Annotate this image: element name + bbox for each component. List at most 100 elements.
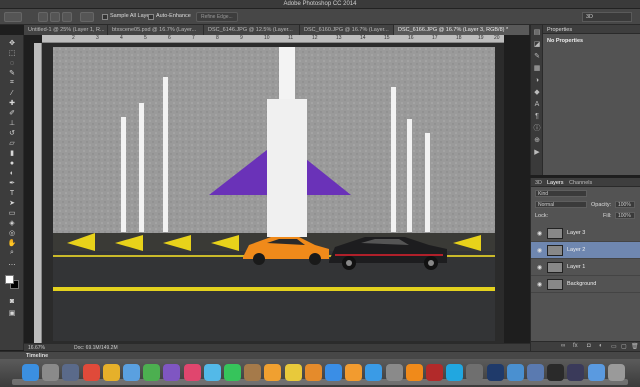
quick-selection-tool-preset[interactable]	[4, 12, 22, 22]
path-selection-icon[interactable]: ➤	[7, 199, 17, 207]
workspace-select[interactable]: 3D	[582, 12, 632, 22]
calendar-icon[interactable]	[82, 364, 100, 381]
layer-style-icon[interactable]: fx	[573, 343, 578, 349]
tab-dsc-6166[interactable]: DSC_6166.JPG @ 16.7% (Layer 3, RGB/8) *	[394, 25, 530, 35]
app-store-icon[interactable]	[325, 364, 342, 381]
itunes-icon[interactable]	[183, 364, 201, 381]
move-tool-icon[interactable]: ✥	[7, 39, 17, 47]
rocket-icon[interactable]	[62, 364, 80, 381]
opacity-input[interactable]: 100%	[615, 201, 635, 208]
photoshop-icon[interactable]	[486, 364, 504, 381]
brush-size-picker[interactable]	[80, 12, 94, 22]
terminal-icon[interactable]	[547, 364, 565, 381]
mail-icon[interactable]	[123, 364, 140, 381]
fill-input[interactable]: 100%	[615, 212, 635, 219]
character-icon[interactable]: A	[533, 101, 541, 109]
folder-icon[interactable]	[587, 364, 605, 381]
tab-channels[interactable]: Channels	[569, 180, 592, 186]
properties-icon[interactable]: ◪	[533, 41, 541, 49]
maps-icon[interactable]	[143, 364, 161, 381]
lasso-tool-icon[interactable]: ◌	[7, 59, 17, 67]
eraser-tool-icon[interactable]: ▱	[7, 139, 17, 147]
blend-mode-select[interactable]: Normal	[535, 201, 587, 208]
visibility-eye-icon[interactable]: ◉	[537, 281, 542, 288]
paragraph-icon[interactable]: ¶	[533, 113, 541, 121]
adjustment-layer-icon[interactable]: ◐	[599, 343, 603, 349]
delete-layer-icon[interactable]: 🗑	[631, 343, 639, 350]
layer-filter-kind[interactable]: Kind	[535, 190, 587, 197]
visibility-eye-icon[interactable]: ◉	[537, 264, 542, 271]
trash-icon[interactable]	[607, 364, 625, 381]
new-group-icon[interactable]: ▭	[611, 343, 617, 350]
tab-untitled-1[interactable]: Untitled-1 @ 25% (Layer 1, R...	[24, 25, 108, 35]
eyedropper-tool-icon[interactable]: ⁄	[7, 89, 17, 97]
navigator-icon[interactable]: ⊕	[533, 137, 541, 145]
contacts-icon[interactable]	[244, 364, 262, 381]
finder-icon[interactable]	[22, 364, 39, 381]
settings-icon[interactable]	[466, 364, 484, 381]
type-tool-icon[interactable]: T	[7, 189, 17, 197]
link-layers-icon[interactable]: ∞	[561, 343, 565, 349]
quick-selection-tool-icon[interactable]: ✎	[7, 69, 17, 77]
layer-row[interactable]: ◉ Background	[531, 276, 640, 293]
photos-icon[interactable]	[264, 364, 282, 381]
tab-dsc-6160[interactable]: DSC_6160.JPG @ 16.7% (Layer...	[300, 25, 394, 35]
ibooks-icon[interactable]	[345, 364, 363, 381]
steam-icon[interactable]	[567, 364, 585, 381]
refine-edge-button[interactable]: Refine Edge...	[196, 12, 238, 22]
add-mask-icon[interactable]: ◘	[587, 343, 591, 349]
properties-header[interactable]: Properties	[543, 25, 640, 34]
history-icon[interactable]: ▤	[533, 29, 541, 37]
books-icon[interactable]	[304, 364, 322, 381]
gradient-tool-icon[interactable]: ▮	[7, 149, 17, 157]
brush-tool-icon[interactable]: ✐	[7, 109, 17, 117]
chrome-icon[interactable]	[102, 364, 120, 381]
tab-dsc-6146[interactable]: DSC_6146.JPG @ 12.5% (Layer...	[204, 25, 300, 35]
facetime-icon[interactable]	[224, 364, 241, 381]
swatches-icon[interactable]: ▦	[533, 65, 541, 73]
3d-camera-icon[interactable]: ◎	[7, 229, 17, 237]
add-to-selection-icon[interactable]	[50, 12, 60, 22]
tab-3d[interactable]: 3D	[535, 180, 542, 186]
brush-panel-icon[interactable]: ✎	[533, 53, 541, 61]
finder-icon[interactable]	[506, 364, 524, 381]
marquee-tool-icon[interactable]: ⬚	[7, 49, 17, 57]
filezilla-icon[interactable]	[426, 364, 443, 381]
adjustments-icon[interactable]: ◑	[533, 77, 541, 85]
layer-row[interactable]: ◉ Layer 3	[531, 225, 640, 242]
zoom-tool-icon[interactable]: ⌕	[7, 249, 17, 257]
launchpad-icon[interactable]	[42, 364, 60, 381]
visibility-eye-icon[interactable]: ◉	[537, 230, 542, 237]
preferences-icon[interactable]	[385, 364, 403, 381]
app-icon[interactable]	[163, 364, 181, 381]
new-layer-icon[interactable]: ▢	[621, 343, 627, 350]
hand-tool-icon[interactable]: ✋	[7, 239, 17, 247]
canvas-area[interactable]	[42, 43, 504, 343]
new-selection-icon[interactable]	[38, 12, 48, 22]
shape-tool-icon[interactable]: ▭	[7, 209, 17, 217]
messages-icon[interactable]	[203, 364, 221, 381]
tab-layers[interactable]: Layers	[547, 180, 564, 186]
document-image[interactable]	[53, 47, 495, 341]
styles-icon[interactable]: ◆	[533, 89, 541, 97]
dodge-tool-icon[interactable]: ◐	[7, 169, 17, 177]
blur-tool-icon[interactable]: ●	[7, 159, 17, 167]
notes-icon[interactable]	[284, 364, 302, 381]
screen-mode-icon[interactable]: ▣	[7, 309, 17, 317]
subtract-selection-icon[interactable]	[62, 12, 72, 22]
auto-enhance-checkbox[interactable]	[148, 14, 154, 20]
vlc-icon[interactable]	[405, 364, 423, 381]
crop-tool-icon[interactable]: ⌗	[7, 79, 17, 87]
layer-row[interactable]: ◉ Layer 1	[531, 259, 640, 276]
info-icon[interactable]: ⓘ	[533, 125, 541, 133]
foreground-color-swatch[interactable]	[5, 275, 14, 284]
bluetooth-icon[interactable]	[527, 364, 544, 381]
layer-row[interactable]: ◉ Layer 2	[531, 242, 640, 259]
actions-icon[interactable]: ▶	[533, 149, 541, 157]
safari-icon[interactable]	[365, 364, 383, 381]
pen-tool-icon[interactable]: ✒	[7, 179, 17, 187]
3d-tool-icon[interactable]: ◈	[7, 219, 17, 227]
tab-btxscene05[interactable]: btxscene05.psd @ 16.7% (Layer...	[108, 25, 204, 35]
quick-mask-icon[interactable]: ◙	[7, 297, 17, 305]
healing-brush-icon[interactable]: ✚	[7, 99, 17, 107]
